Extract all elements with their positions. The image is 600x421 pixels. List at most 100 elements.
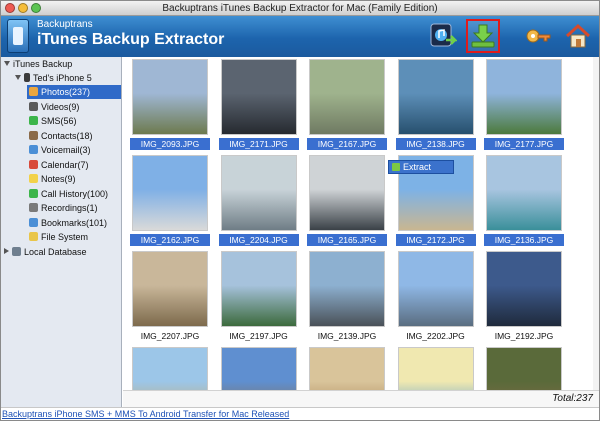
photo-thumbnail[interactable] xyxy=(397,347,474,390)
sidebar-item[interactable]: Call History(100) xyxy=(29,187,108,201)
photo-caption: IMG_2204.JPG xyxy=(218,234,299,246)
sidebar-item[interactable]: Bookmarks(101) xyxy=(29,216,107,230)
photo-thumbnail[interactable]: IMG_2202.JPG xyxy=(397,251,474,341)
call-history-icon xyxy=(29,188,38,198)
sidebar-item[interactable]: SMS(56) xyxy=(29,114,77,128)
photo-thumbnail[interactable] xyxy=(309,347,385,390)
photo-image[interactable] xyxy=(132,251,208,327)
grid-scrollbar[interactable] xyxy=(593,57,599,390)
sidebar-item[interactable]: Notes(9) xyxy=(29,172,76,186)
sidebar-item[interactable]: Contacts(18) xyxy=(29,129,93,143)
disclosure-triangle-icon[interactable] xyxy=(15,75,21,80)
photo-thumbnail[interactable]: IMG_2171.JPG xyxy=(218,59,299,150)
photo-image[interactable] xyxy=(220,347,297,390)
sidebar-item[interactable]: Photos(237) xyxy=(27,85,121,99)
sidebar-item-label: Voicemail(3) xyxy=(41,145,91,155)
home-icon xyxy=(565,23,591,48)
photo-thumbnail[interactable]: IMG_2207.JPG xyxy=(132,251,208,341)
photo-thumbnail[interactable]: IMG_2177.JPG xyxy=(484,59,564,150)
photo-image[interactable] xyxy=(486,155,562,231)
photo-image[interactable] xyxy=(309,347,385,390)
photo-thumbnail[interactable]: IMG_2162.JPG xyxy=(130,155,210,246)
photo-caption: IMG_2177.JPG xyxy=(484,138,564,150)
photo-image[interactable] xyxy=(220,59,297,135)
register-button[interactable] xyxy=(521,19,555,53)
photo-caption: IMG_2093.JPG xyxy=(130,138,210,150)
photo-thumbnail[interactable]: IMG_2192.JPG xyxy=(486,251,562,341)
voicemail-icon xyxy=(29,145,38,154)
import-itunes-button[interactable] xyxy=(426,19,460,53)
recordings-icon xyxy=(29,203,38,212)
minimize-window-button[interactable] xyxy=(18,3,28,13)
disclosure-triangle-icon[interactable] xyxy=(4,248,9,254)
sidebar-item[interactable]: Calendar(7) xyxy=(29,158,89,172)
photo-caption: IMG_2171.JPG xyxy=(218,138,299,150)
zoom-window-button[interactable] xyxy=(31,3,41,13)
sidebar-item-label: Bookmarks(101) xyxy=(41,217,108,228)
sidebar-item[interactable]: Videos(9) xyxy=(29,100,79,114)
tree-local-database[interactable]: Local Database xyxy=(4,245,87,259)
sms-icon xyxy=(29,116,38,125)
photo-image[interactable] xyxy=(309,59,385,135)
photo-caption: IMG_2207.JPG xyxy=(140,331,200,341)
tree-itunes-backup[interactable]: iTunes Backup xyxy=(4,57,72,71)
extract-button[interactable] xyxy=(466,19,500,53)
sidebar-item[interactable]: Recordings(1) xyxy=(29,201,98,215)
photo-image[interactable] xyxy=(309,155,385,231)
photo-image[interactable] xyxy=(486,59,562,135)
sidebar-item-label: Call History(100) xyxy=(41,188,109,199)
key-icon xyxy=(526,29,551,43)
notes-icon xyxy=(29,174,38,183)
photo-image[interactable] xyxy=(397,347,474,390)
photo-caption: IMG_2136.JPG xyxy=(484,234,564,246)
photo-image[interactable] xyxy=(309,251,385,327)
photo-thumbnail[interactable]: IMG_2167.JPG xyxy=(307,59,387,150)
window-controls xyxy=(5,3,41,13)
window-title: Backuptrans iTunes Backup Extractor for … xyxy=(162,3,438,14)
photo-thumbnail[interactable] xyxy=(220,347,297,390)
photo-thumbnail[interactable]: IMG_2138.JPG xyxy=(395,59,476,150)
photo-thumbnail[interactable] xyxy=(486,347,562,390)
calendar-icon xyxy=(29,159,38,169)
photo-image[interactable] xyxy=(132,347,208,390)
news-link[interactable]: Backuptrans iPhone SMS + MMS To Android … xyxy=(1,407,599,420)
tree-device[interactable]: Ted's iPhone 5 xyxy=(15,71,92,85)
photo-thumbnail[interactable]: IMG_2093.JPG xyxy=(130,59,210,150)
photo-thumbnail[interactable]: IMG_2197.JPG xyxy=(220,251,297,341)
sidebar-item-label: Recordings(1) xyxy=(41,203,98,213)
photo-caption: IMG_2167.JPG xyxy=(307,138,387,150)
photo-thumbnail[interactable]: IMG_2204.JPG xyxy=(218,155,299,246)
home-button[interactable] xyxy=(561,19,595,53)
photo-image[interactable] xyxy=(397,251,474,327)
photo-caption: IMG_2165.JPG xyxy=(307,234,387,246)
sidebar-item[interactable]: Voicemail(3) xyxy=(29,143,91,157)
photo-image[interactable] xyxy=(132,59,208,135)
disclosure-triangle-icon[interactable] xyxy=(4,61,10,66)
close-window-button[interactable] xyxy=(5,3,15,13)
sidebar-item-label: File System xyxy=(41,232,89,242)
photo-image[interactable] xyxy=(132,155,208,231)
bookmarks-icon xyxy=(29,217,38,227)
photo-image[interactable] xyxy=(220,251,297,327)
database-icon xyxy=(12,247,21,256)
sidebar-item-label: Notes(9) xyxy=(41,174,76,184)
sidebar: iTunes Backup Ted's iPhone 5 Photos(237)… xyxy=(1,57,122,407)
photo-caption: IMG_2139.JPG xyxy=(317,331,377,341)
photo-thumbnail[interactable]: IMG_2139.JPG xyxy=(309,251,385,341)
photo-caption: IMG_2172.JPG xyxy=(395,234,476,246)
photo-image[interactable] xyxy=(486,347,562,390)
photo-thumbnail[interactable]: IMG_2136.JPG xyxy=(484,155,564,246)
extract-context-button[interactable]: Extract xyxy=(388,160,454,174)
app-window: Backuptrans iTunes Backup Extractor for … xyxy=(0,0,600,421)
photo-caption: IMG_2197.JPG xyxy=(229,331,288,341)
itunes-transfer-icon xyxy=(430,23,457,47)
photo-thumbnail[interactable] xyxy=(132,347,208,390)
photo-image[interactable] xyxy=(397,59,474,135)
photos-icon xyxy=(29,87,38,96)
sidebar-item-label: Photos(237) xyxy=(41,87,91,97)
photo-image[interactable] xyxy=(220,155,297,231)
sidebar-item[interactable]: File System xyxy=(29,230,88,244)
photo-image[interactable] xyxy=(486,251,562,327)
photo-caption: IMG_2202.JPG xyxy=(406,331,465,341)
photo-thumbnail[interactable]: IMG_2165.JPG xyxy=(307,155,387,246)
